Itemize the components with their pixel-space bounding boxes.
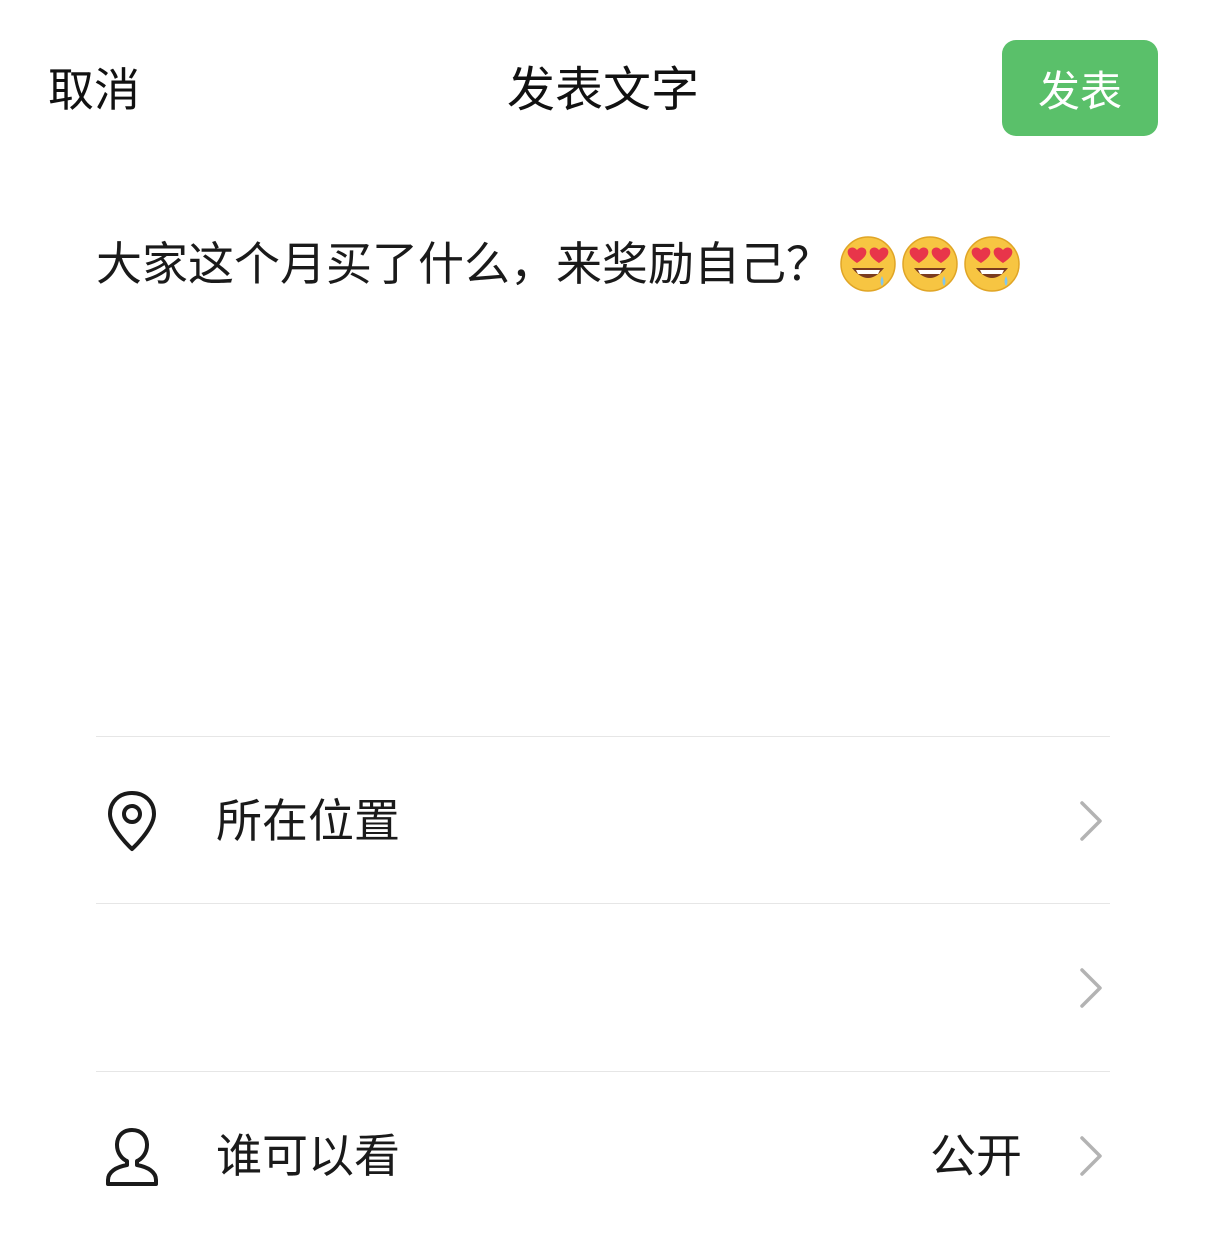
location-pin-icon [108, 791, 156, 851]
post-text-input[interactable]: 大家这个月买了什么，来奖励自己？ [96, 228, 1136, 300]
person-icon [106, 1128, 158, 1186]
heart-eyes-drooling-emoji [964, 236, 1020, 292]
visibility-label: 谁可以看 [216, 1129, 400, 1183]
location-label: 所在位置 [216, 794, 400, 848]
publish-button[interactable]: 发表 [1002, 40, 1158, 136]
heart-eyes-drooling-emoji [902, 236, 958, 292]
visibility-row[interactable]: 谁可以看 公开 [96, 1072, 1110, 1238]
post-text-content: 大家这个月买了什么，来奖励自己？ [96, 237, 832, 291]
cancel-button[interactable]: 取消 [48, 56, 140, 124]
location-row[interactable]: 所在位置 [96, 737, 1110, 903]
empty-option-row[interactable] [96, 904, 1110, 1070]
visibility-value: 公开 [930, 1129, 1022, 1183]
chevron-right-icon [1080, 1136, 1102, 1176]
chevron-right-icon [1080, 968, 1102, 1008]
heart-eyes-drooling-emoji [840, 236, 896, 292]
top-bar: 取消 发表文字 发表 [0, 0, 1206, 180]
emoji-group [838, 234, 1022, 294]
chevron-right-icon [1080, 801, 1102, 841]
